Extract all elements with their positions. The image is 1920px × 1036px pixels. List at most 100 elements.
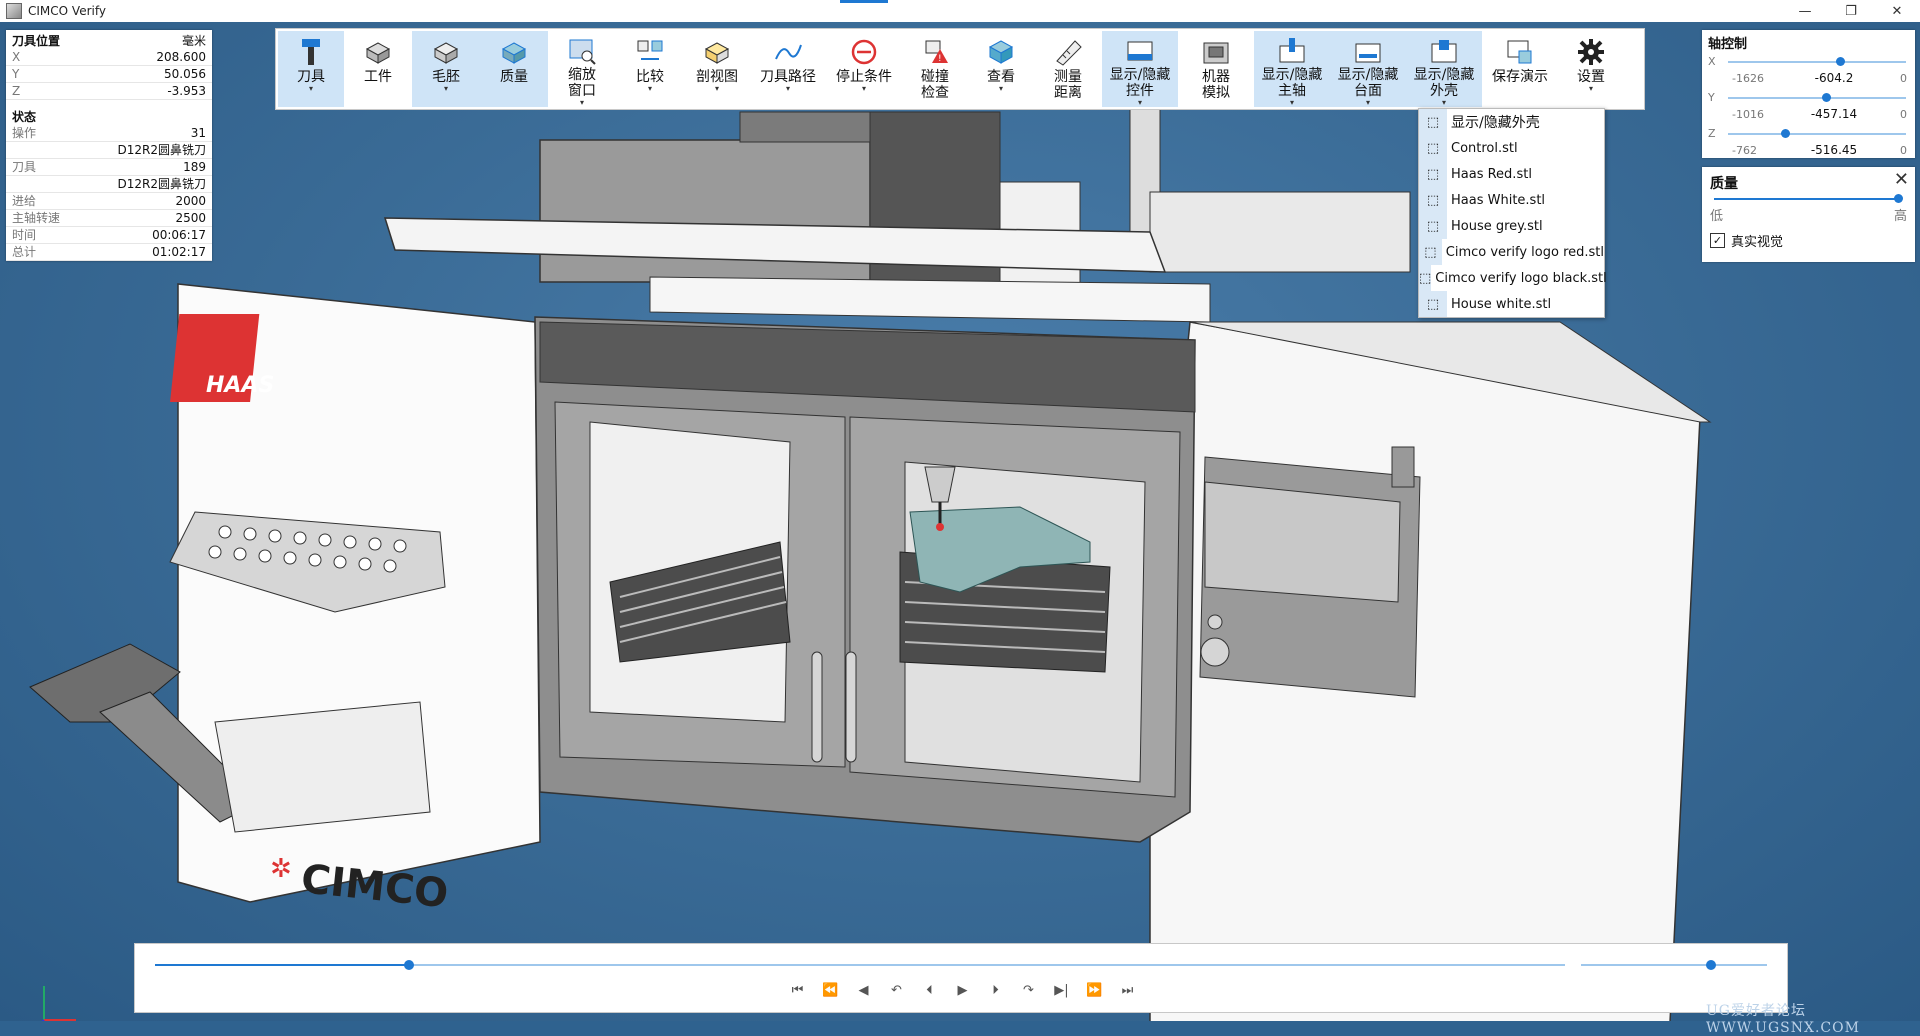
- step-forward-icon[interactable]: ▶|: [1049, 978, 1074, 1002]
- toolbar-button-show-hide-housing[interactable]: 显示/隐藏 外壳 ▾: [1406, 31, 1482, 107]
- toolbar-button-label: 显示/隐藏: [1261, 67, 1323, 83]
- tool-row: 刀具 189: [6, 159, 212, 176]
- stl-file-icon: ⬚: [1419, 239, 1442, 265]
- chevron-down-icon: ▾: [1137, 98, 1142, 107]
- progress-fill: [155, 964, 409, 966]
- show-hide-spindle-icon: [1277, 35, 1307, 67]
- toolbar-button-section-view[interactable]: 剖视图 ▾: [684, 31, 750, 107]
- axis-slider[interactable]: [1728, 133, 1906, 135]
- title-bar: CIMCO Verify — ❐ ✕: [0, 0, 1920, 23]
- toolbar-button-compare[interactable]: 比较 ▾: [616, 31, 684, 107]
- axis-value[interactable]: -516.45: [1798, 143, 1870, 157]
- toolbar-button-show-hide-spindle[interactable]: 显示/隐藏 主轴 ▾: [1254, 31, 1330, 107]
- main-toolbar: 刀具 ▾ 工件 毛胚 ▾ 质量 缩放 窗口 ▾ 比较 ▾ 剖视图 ▾ 刀具路径 ▾ 停止条件 ▾! 碰撞 检查 查看 ▾…: [275, 28, 1645, 110]
- axis-min: -1016: [1732, 108, 1764, 121]
- toolbar-button-tool[interactable]: 刀具 ▾: [278, 31, 344, 107]
- toolbar-button-label: 剖视图: [696, 69, 738, 85]
- chevron-down-icon: ▾: [1289, 98, 1294, 107]
- dropdown-item[interactable]: ⬚ House grey.stl: [1419, 213, 1604, 239]
- close-icon[interactable]: ✕: [1894, 169, 1909, 190]
- dropdown-header[interactable]: ⬚ 显示/隐藏外壳: [1419, 109, 1604, 135]
- toolbar-button-save-demo[interactable]: 保存演示: [1482, 31, 1558, 107]
- toolbar-button-workpiece[interactable]: 工件: [344, 31, 412, 107]
- toolbar-button-show-hide-controls[interactable]: 显示/隐藏 控件 ▾: [1102, 31, 1178, 107]
- tool-info-panel: 刀具位置 毫米 X 208.600 Y 50.056 Z -3.953 状态 操作 31…: [6, 30, 212, 261]
- close-button[interactable]: ✕: [1874, 0, 1920, 22]
- restore-button[interactable]: ❐: [1828, 0, 1874, 22]
- step-back-icon[interactable]: ◀: [851, 978, 876, 1002]
- quality-slider[interactable]: [1714, 198, 1902, 200]
- axis-slider-knob[interactable]: [1821, 93, 1831, 102]
- axis-control-panel: 轴控制 X -1626 -604.2 0 Y -1016 -457.14 0 Z -762 -516…: [1702, 30, 1915, 158]
- toolbar-button-stock[interactable]: 毛胚 ▾: [412, 31, 480, 107]
- stl-file-icon: ⬚: [1419, 187, 1447, 213]
- toolbar-button-label: 显示/隐藏: [1337, 67, 1399, 83]
- toolbar-button-measure-distance[interactable]: 测量 距离: [1034, 31, 1102, 107]
- watermark: UG爱好者论坛 WWW.UGSNX.COM: [1706, 1003, 1860, 1036]
- toolbar-button-label: 刀具: [297, 69, 325, 85]
- housing-icon: ⬚: [1419, 109, 1447, 135]
- play-icon[interactable]: ▶: [950, 978, 975, 1002]
- chevron-down-icon: ▾: [785, 84, 790, 93]
- checkbox-check-icon: ✓: [1710, 233, 1725, 248]
- quality-slider-knob[interactable]: [1894, 194, 1904, 203]
- rewind-slow-icon[interactable]: ⏴: [917, 978, 942, 1002]
- axis-slider-knob[interactable]: [1836, 57, 1846, 66]
- redo-step-icon[interactable]: ↷: [1016, 978, 1041, 1002]
- stl-file-icon: ⬚: [1419, 213, 1447, 239]
- axis-slider[interactable]: [1728, 97, 1906, 99]
- dropdown-item[interactable]: ⬚ House white.stl: [1419, 291, 1604, 317]
- toolbar-button-label-2: 距离: [1054, 85, 1082, 101]
- status-header: 状态: [12, 110, 37, 124]
- toolbar-button-label-2: 外壳: [1430, 83, 1458, 99]
- axis-row-z: Z -762 -516.45 0: [1702, 127, 1915, 163]
- stl-file-icon: ⬚: [1419, 135, 1447, 161]
- forward-slow-icon[interactable]: ⏵: [983, 978, 1008, 1002]
- 3d-viewport[interactable]: HAAS CIMCO ✲: [0, 22, 1920, 1021]
- toolbar-button-stop-condition[interactable]: 停止条件 ▾: [826, 31, 902, 107]
- realistic-view-checkbox[interactable]: ✓ 真实视觉: [1710, 231, 1783, 250]
- axis-value[interactable]: -604.2: [1798, 71, 1870, 85]
- toolbar-button-label: 刀具路径: [760, 69, 816, 85]
- axis-name: Z: [1708, 127, 1716, 140]
- axis-row-y: Y -1016 -457.14 0: [1702, 91, 1915, 127]
- dropdown-item[interactable]: ⬚ Cimco verify logo black.stl: [1419, 265, 1607, 291]
- toolbar-button-show-hide-table[interactable]: 显示/隐藏 台面 ▾: [1330, 31, 1406, 107]
- toolbar-button-toolpath[interactable]: 刀具路径 ▾: [750, 31, 826, 107]
- active-indicator: [840, 0, 888, 3]
- chevron-down-icon: ▾: [443, 84, 448, 93]
- progress-knob[interactable]: [403, 960, 414, 970]
- speed-slider[interactable]: [1581, 964, 1767, 966]
- go-to-end-icon[interactable]: ⏭: [1115, 978, 1140, 1002]
- compare-icon: [635, 35, 665, 69]
- toolbar-button-label: 缩放: [568, 67, 596, 83]
- quality-low-label: 低: [1710, 209, 1724, 224]
- chevron-down-icon: ▾: [1441, 98, 1446, 107]
- axis-slider[interactable]: [1728, 61, 1906, 63]
- machine-scene: HAAS CIMCO ✲: [29, 101, 1712, 1021]
- dropdown-item[interactable]: ⬚ Haas White.stl: [1419, 187, 1604, 213]
- axis-triad-icon: [41, 986, 76, 1021]
- axis-slider-knob[interactable]: [1780, 129, 1790, 138]
- minimize-button[interactable]: —: [1782, 0, 1828, 22]
- toolbar-button-view[interactable]: 查看 ▾: [968, 31, 1034, 107]
- dropdown-item[interactable]: ⬚ Cimco verify logo red.stl: [1419, 239, 1604, 265]
- toolbar-button-label: 毛胚: [432, 69, 460, 85]
- dropdown-item[interactable]: ⬚ Control.stl: [1419, 135, 1604, 161]
- toolbar-button-quality[interactable]: 质量: [480, 31, 548, 107]
- dropdown-item[interactable]: ⬚ Haas Red.stl: [1419, 161, 1604, 187]
- axis-control-title: 轴控制: [1708, 37, 1748, 52]
- fast-rewind-icon[interactable]: ⏪: [818, 978, 843, 1002]
- chevron-down-icon: ▾: [579, 98, 584, 107]
- toolbar-button-machine-sim[interactable]: 机器 模拟: [1178, 31, 1254, 107]
- axis-value[interactable]: -457.14: [1798, 107, 1870, 121]
- toolbar-button-gear[interactable]: 设置 ▾: [1558, 31, 1624, 107]
- go-to-start-icon[interactable]: ⏮: [785, 978, 810, 1002]
- view-icon: [986, 35, 1016, 69]
- undo-step-icon[interactable]: ↶: [884, 978, 909, 1002]
- z-position-row: Z -3.953: [6, 83, 212, 100]
- toolbar-button-collision-check[interactable]: ! 碰撞 检查: [902, 31, 968, 107]
- speed-knob[interactable]: [1706, 960, 1717, 970]
- toolbar-button-zoom-window[interactable]: 缩放 窗口 ▾: [548, 31, 616, 107]
- fast-forward-icon[interactable]: ⏩: [1082, 978, 1107, 1002]
